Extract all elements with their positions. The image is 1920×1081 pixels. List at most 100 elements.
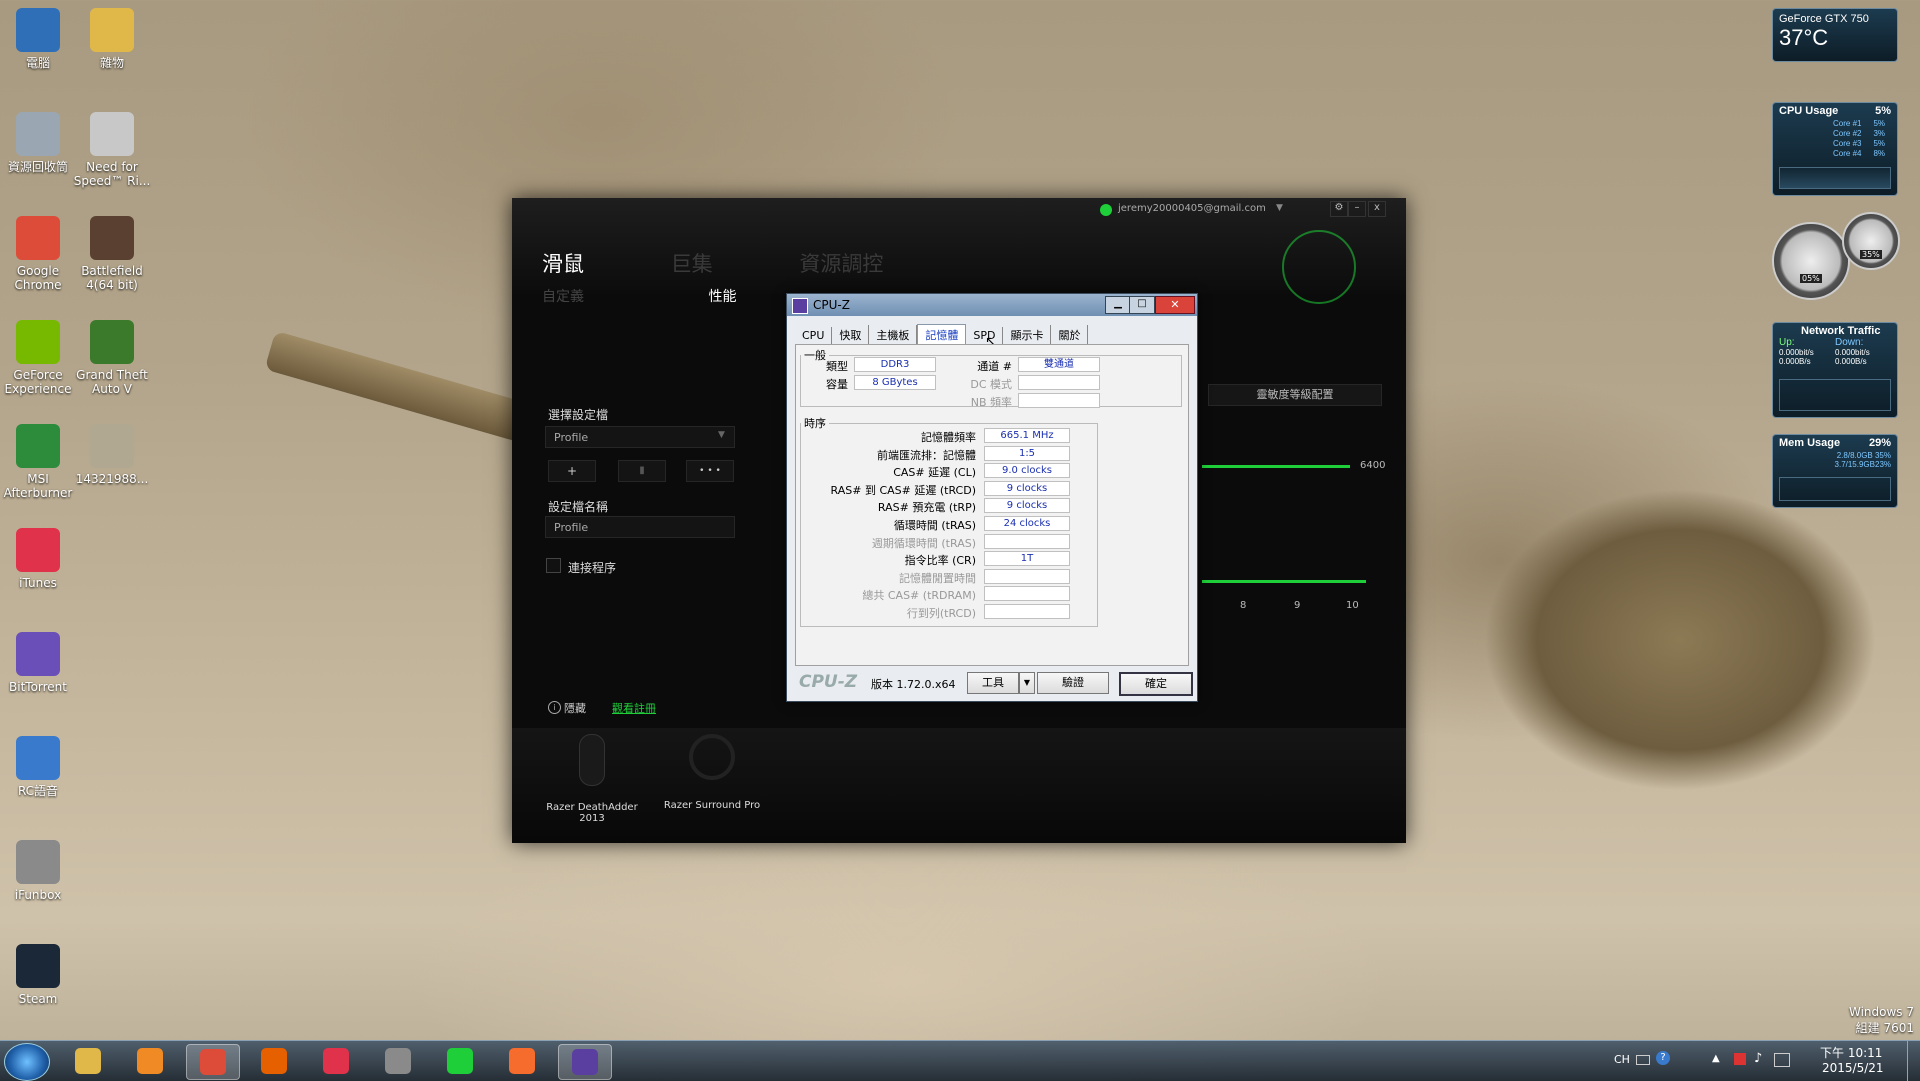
tab-graphics[interactable]: 顯示卡: [1003, 325, 1052, 345]
tray-date[interactable]: 2015/5/21: [1822, 1061, 1884, 1075]
cpu-core-label: Core #4: [1833, 149, 1862, 158]
tray-network-icon[interactable]: [1774, 1053, 1790, 1067]
razer-close-button[interactable]: x: [1368, 201, 1386, 217]
tray-volume-icon[interactable]: ♪: [1754, 1051, 1762, 1066]
timing-label: RAS# 到 CAS# 延遲 (tRCD): [830, 483, 976, 497]
desktop-icon-label: RC語音: [17, 784, 59, 798]
desktop-icon-battlefield[interactable]: Battlefield 4(64 bit): [70, 216, 154, 292]
device-surround[interactable]: Razer Surround Pro: [652, 734, 772, 811]
start-button[interactable]: [4, 1043, 50, 1081]
add-profile-button[interactable]: +: [548, 460, 596, 482]
cpu-usage-gadget[interactable]: CPU Usage 5% Core #1 5% Core #2 3% Core #3 5%…: [1772, 102, 1898, 196]
taskbar-item-explorer[interactable]: [62, 1044, 114, 1078]
show-desktop-button[interactable]: [1907, 1041, 1920, 1081]
cpuz-maximize-button[interactable]: □: [1129, 296, 1155, 314]
taskbar-item-chrome[interactable]: [186, 1044, 240, 1080]
desktop-icon-folder[interactable]: 雜物: [70, 8, 154, 70]
taskbar-item-cpu-z[interactable]: [558, 1044, 612, 1080]
tray-flag-icon[interactable]: [1734, 1053, 1746, 1065]
timing-label: CAS# 延遲 (CL): [893, 466, 976, 480]
timing-value: 1T: [984, 551, 1070, 567]
dc-mode-label: DC 模式: [970, 378, 1012, 391]
desktop-icon-need-for-speed[interactable]: Need for Speed™ Ri...: [70, 112, 154, 188]
taskbar-item-origin[interactable]: [496, 1044, 548, 1078]
razer-settings-icon[interactable]: ⚙: [1330, 201, 1348, 217]
subnav-customize[interactable]: 自定義: [542, 289, 584, 305]
desktop-icon-gta[interactable]: Grand Theft Auto V: [70, 320, 154, 396]
network-gadget[interactable]: Network Traffic Up: Down: 0.000bit/s 0.0…: [1772, 322, 1898, 418]
taskbar-item-media-player[interactable]: [124, 1044, 176, 1078]
taskbar-item-ifunbox[interactable]: [372, 1044, 424, 1078]
desktop-icon-itunes[interactable]: iTunes: [0, 528, 80, 590]
timing-label: 記憶體頻率: [921, 431, 976, 444]
meter-gadget[interactable]: 05% 35%: [1772, 212, 1900, 300]
profile-select[interactable]: Profile: [545, 426, 735, 448]
tools-dropdown-button[interactable]: ▼: [1019, 672, 1035, 694]
desktop-icon-label: 雜物: [99, 56, 124, 70]
cpuz-close-button[interactable]: ✕: [1155, 296, 1195, 314]
desktop-icon-chrome[interactable]: Google Chrome: [0, 216, 80, 292]
nav-macro[interactable]: 巨集: [671, 252, 713, 276]
rc-voice-icon: [16, 736, 60, 780]
taskbar-item-firefox[interactable]: [248, 1044, 300, 1078]
folder-icon: [90, 8, 134, 52]
cpu-core-label: Core #3: [1833, 139, 1862, 148]
cpuz-window[interactable]: CPU-Z ▁ □ ✕ CPU 快取 主機板 記憶體 SPD 顯示卡 關於 ↖ 一般 類型 …: [786, 293, 1198, 702]
desktop-icon-recycle-bin[interactable]: 資源回收筒: [0, 112, 80, 174]
razer-account[interactable]: jeremy20000405@gmail.com: [1118, 203, 1266, 214]
cpuz-minimize-button[interactable]: ▁: [1105, 296, 1131, 314]
taskbar-item-razer-synapse[interactable]: [434, 1044, 486, 1078]
link-program-checkbox[interactable]: [546, 558, 561, 573]
hide-label[interactable]: 隱藏: [564, 700, 586, 716]
timing-label: 總共 CAS# (tRDRAM): [862, 589, 976, 603]
memory-gadget[interactable]: Mem Usage 29% 2.8/8.0GB 35% 3.7/15.9GB23…: [1772, 434, 1898, 508]
cpuz-titlebar[interactable]: CPU-Z ▁ □ ✕: [787, 294, 1197, 316]
validate-button[interactable]: 驗證: [1037, 672, 1109, 694]
network-down-bytes: 0.000B/s: [1835, 357, 1867, 366]
mouse-icon: [579, 734, 605, 786]
mem-graph: [1779, 477, 1891, 501]
tray-lang[interactable]: CH: [1614, 1053, 1630, 1066]
taskbar-item-itunes[interactable]: [310, 1044, 362, 1078]
nav-mouse[interactable]: 滑鼠: [542, 252, 584, 276]
tray-keyboard-icon[interactable]: [1636, 1055, 1650, 1065]
chrome-icon: [200, 1049, 226, 1075]
desktop-icon-ifunbox[interactable]: iFunbox: [0, 840, 80, 902]
windows-watermark: Windows 7 組建 7601: [1849, 1004, 1914, 1036]
razer-minimize-button[interactable]: –: [1348, 201, 1366, 217]
dpi-slider-track[interactable]: [1202, 465, 1350, 468]
tab-memory[interactable]: 記憶體: [917, 324, 967, 345]
tab-mainboard[interactable]: 主機板: [869, 325, 918, 345]
subnav-performance[interactable]: 性能: [708, 289, 736, 305]
polling-slider-track[interactable]: [1202, 580, 1366, 583]
tray-time[interactable]: 下午 10:11: [1820, 1044, 1882, 1061]
desktop-icon-geforce[interactable]: GeForce Experience: [0, 320, 80, 396]
razer-account-dropdown-icon[interactable]: ▼: [1276, 203, 1283, 213]
desktop-icon-bittorrent[interactable]: BitTorrent: [0, 632, 80, 694]
tools-button[interactable]: 工具: [967, 672, 1019, 694]
more-options-button[interactable]: • • •: [686, 460, 734, 482]
device-deathadder[interactable]: Razer DeathAdder 2013: [532, 734, 652, 824]
desktop-icon-image-file[interactable]: 14321988...: [70, 424, 154, 486]
mem-usage-title: Mem Usage: [1779, 437, 1841, 449]
nav-resource[interactable]: 資源調控: [799, 252, 883, 276]
gpu-gadget[interactable]: GeForce GTX 750 37°C: [1772, 8, 1898, 62]
help-link[interactable]: 觀看註冊: [612, 700, 656, 716]
network-graph: [1779, 379, 1891, 411]
itunes-icon: [16, 528, 60, 572]
tab-about[interactable]: 關於: [1051, 325, 1089, 345]
delete-profile-button[interactable]: ▮: [618, 460, 666, 482]
sensitivity-stages-field[interactable]: 靈敏度等級配置: [1208, 384, 1382, 406]
tray-help-icon[interactable]: ?: [1656, 1051, 1670, 1065]
ok-button[interactable]: 確定: [1119, 672, 1193, 696]
tab-cpu[interactable]: CPU: [795, 327, 833, 344]
hide-info-icon[interactable]: i: [548, 701, 561, 714]
desktop-icon-computer[interactable]: 電腦: [0, 8, 80, 70]
desktop-icon-steam[interactable]: Steam: [0, 944, 80, 1006]
tray-expand-icon[interactable]: ▲: [1712, 1053, 1720, 1064]
watermark-line2: 組建 7601: [1855, 1021, 1914, 1035]
desktop-icon-rc-voice[interactable]: RC語音: [0, 736, 80, 798]
profile-name-input[interactable]: Profile: [545, 516, 735, 538]
desktop-icon-msi-afterburner[interactable]: MSI Afterburner: [0, 424, 80, 500]
tab-cache[interactable]: 快取: [832, 325, 870, 345]
